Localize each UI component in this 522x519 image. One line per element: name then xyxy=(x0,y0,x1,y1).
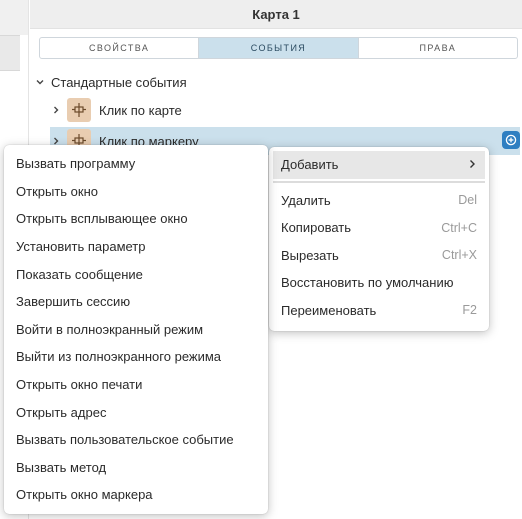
menu-item-label: Удалить xyxy=(281,192,331,208)
submenu-item[interactable]: Установить параметр xyxy=(4,233,268,261)
menu-item-add[interactable]: Добавить xyxy=(273,151,485,179)
tree-item-label: Клик по карте xyxy=(99,102,182,118)
submenu-item[interactable]: Выйти из полноэкранного режима xyxy=(4,343,268,371)
tree-item-map-click[interactable]: Клик по карте xyxy=(50,96,182,124)
submenu-item[interactable]: Войти в полноэкранный режим xyxy=(4,316,268,344)
tab-properties[interactable]: Свойства xyxy=(40,38,200,58)
menu-item-shortcut: F2 xyxy=(462,303,477,318)
chevron-right-icon[interactable] xyxy=(50,104,62,116)
tree-group-standard-events[interactable]: Стандартные события xyxy=(34,68,187,96)
submenu-item[interactable]: Открыть окно маркера xyxy=(4,481,268,509)
panel-tabs: Свойства События Права xyxy=(39,37,518,59)
menu-item-shortcut: Ctrl+X xyxy=(441,248,477,263)
menu-item-label: Добавить xyxy=(281,157,339,173)
menu-item-delete[interactable]: Удалить Del xyxy=(269,187,489,215)
submenu-item[interactable]: Вызвать метод xyxy=(4,454,268,482)
background-row xyxy=(0,35,20,71)
menu-item-shortcut: Del xyxy=(458,193,477,208)
tab-rights[interactable]: Права xyxy=(359,38,517,58)
submenu-item[interactable]: Вызвать пользовательское событие xyxy=(4,426,268,454)
submenu-item[interactable]: Открыть окно xyxy=(4,178,268,206)
chevron-right-icon xyxy=(467,157,477,172)
menu-item-rename[interactable]: Переименовать F2 xyxy=(269,297,489,325)
menu-item-label: Переименовать xyxy=(281,302,377,318)
tree-group-label: Стандартные события xyxy=(51,74,187,90)
add-action-button[interactable] xyxy=(502,131,520,149)
context-menu: Добавить Удалить Del Копировать Ctrl+C В… xyxy=(269,147,489,331)
submenu-item[interactable]: Открыть адрес xyxy=(4,398,268,426)
panel-title: Карта 1 xyxy=(30,0,522,29)
submenu-item[interactable]: Открыть всплывающее окно xyxy=(4,205,268,233)
chevron-down-icon[interactable] xyxy=(34,76,46,88)
menu-item-cut[interactable]: Вырезать Ctrl+X xyxy=(269,242,489,270)
menu-item-label: Копировать xyxy=(281,220,351,236)
background-toolbar xyxy=(0,0,28,35)
menu-item-restore-default[interactable]: Восстановить по умолчанию xyxy=(269,269,489,297)
menu-item-label: Восстановить по умолчанию xyxy=(281,275,454,291)
submenu-item[interactable]: Открыть окно печати xyxy=(4,371,268,399)
submenu-item[interactable]: Вызвать программу xyxy=(4,150,268,178)
add-submenu: Вызвать программу Открыть окно Открыть в… xyxy=(4,145,268,514)
menu-item-label: Вырезать xyxy=(281,247,339,263)
menu-separator xyxy=(273,180,485,183)
event-block-icon xyxy=(67,98,91,122)
submenu-item[interactable]: Показать сообщение xyxy=(4,260,268,288)
menu-item-copy[interactable]: Копировать Ctrl+C xyxy=(269,214,489,242)
menu-item-shortcut: Ctrl+C xyxy=(441,220,477,235)
plus-circle-icon xyxy=(505,134,517,146)
submenu-item[interactable]: Завершить сессию xyxy=(4,288,268,316)
tab-events[interactable]: События xyxy=(199,38,359,58)
